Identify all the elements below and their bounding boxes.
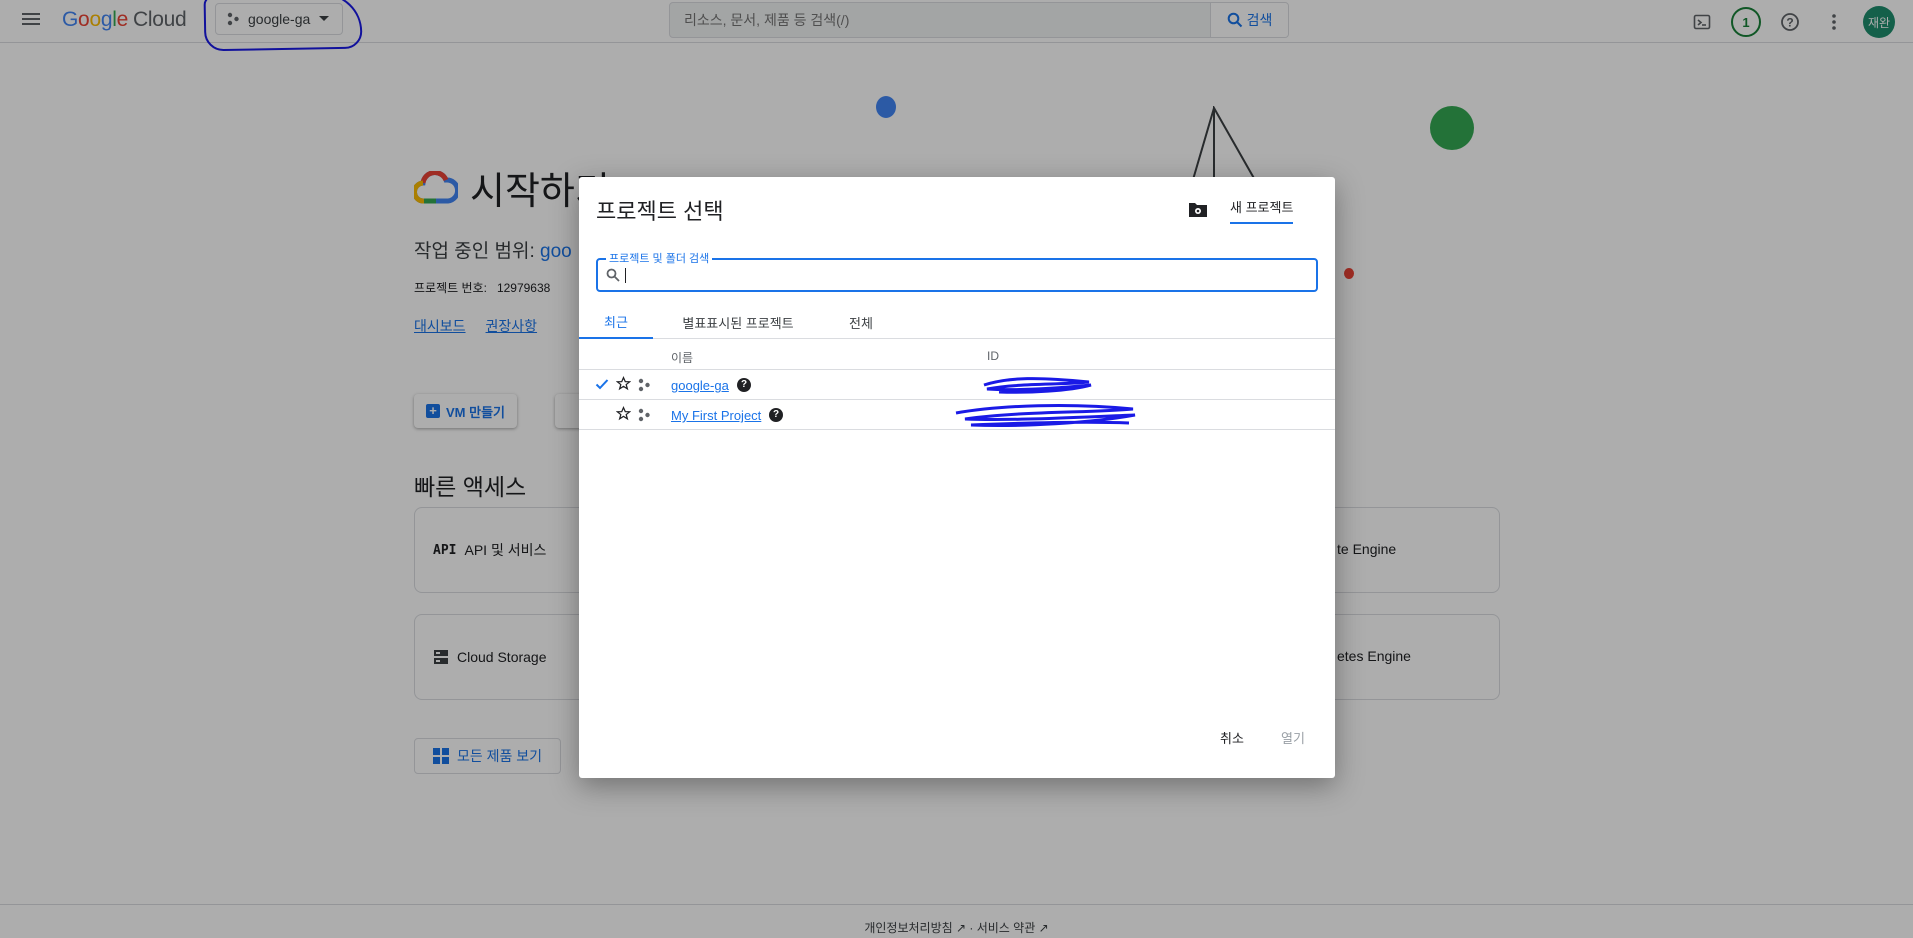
redacted-id-scribble <box>983 377 1092 394</box>
table-header: 이름 ID <box>579 340 1335 370</box>
project-link[interactable]: My First Project <box>671 408 761 423</box>
table-row[interactable]: google-ga ? <box>579 371 1335 400</box>
new-project-button[interactable]: 새 프로젝트 <box>1230 197 1294 224</box>
folder-settings-icon[interactable] <box>1186 197 1210 221</box>
project-nodes-icon <box>638 378 650 392</box>
project-nodes-icon <box>638 408 650 422</box>
project-search-input[interactable] <box>624 263 1304 287</box>
search-icon <box>606 268 620 282</box>
help-icon[interactable]: ? <box>769 408 783 422</box>
tab-recent[interactable]: 최근 <box>579 305 653 339</box>
tab-starred[interactable]: 별표표시된 프로젝트 <box>653 305 823 339</box>
help-icon[interactable]: ? <box>737 378 751 392</box>
star-outline-icon[interactable] <box>616 376 631 391</box>
dialog-title: 프로젝트 선택 <box>596 199 724 224</box>
column-id: ID <box>987 349 999 363</box>
project-search-field: 프로젝트 및 폴더 검색 <box>596 250 1318 292</box>
table-row[interactable]: My First Project ? <box>579 401 1335 430</box>
dialog-tabs: 최근 별표표시된 프로젝트 전체 <box>579 305 1335 339</box>
open-button[interactable]: 열기 <box>1281 728 1305 747</box>
check-icon <box>595 379 609 390</box>
column-name: 이름 <box>671 351 694 365</box>
project-select-dialog: 프로젝트 선택 새 프로젝트 프로젝트 및 폴더 검색 최근 별표표시된 프로젝… <box>579 177 1335 778</box>
tab-all[interactable]: 전체 <box>823 305 899 339</box>
cancel-button[interactable]: 취소 <box>1220 728 1244 747</box>
redacted-id-scribble <box>955 404 1136 428</box>
star-outline-icon[interactable] <box>616 406 631 421</box>
text-caret <box>625 268 626 283</box>
project-link[interactable]: google-ga <box>671 378 729 393</box>
